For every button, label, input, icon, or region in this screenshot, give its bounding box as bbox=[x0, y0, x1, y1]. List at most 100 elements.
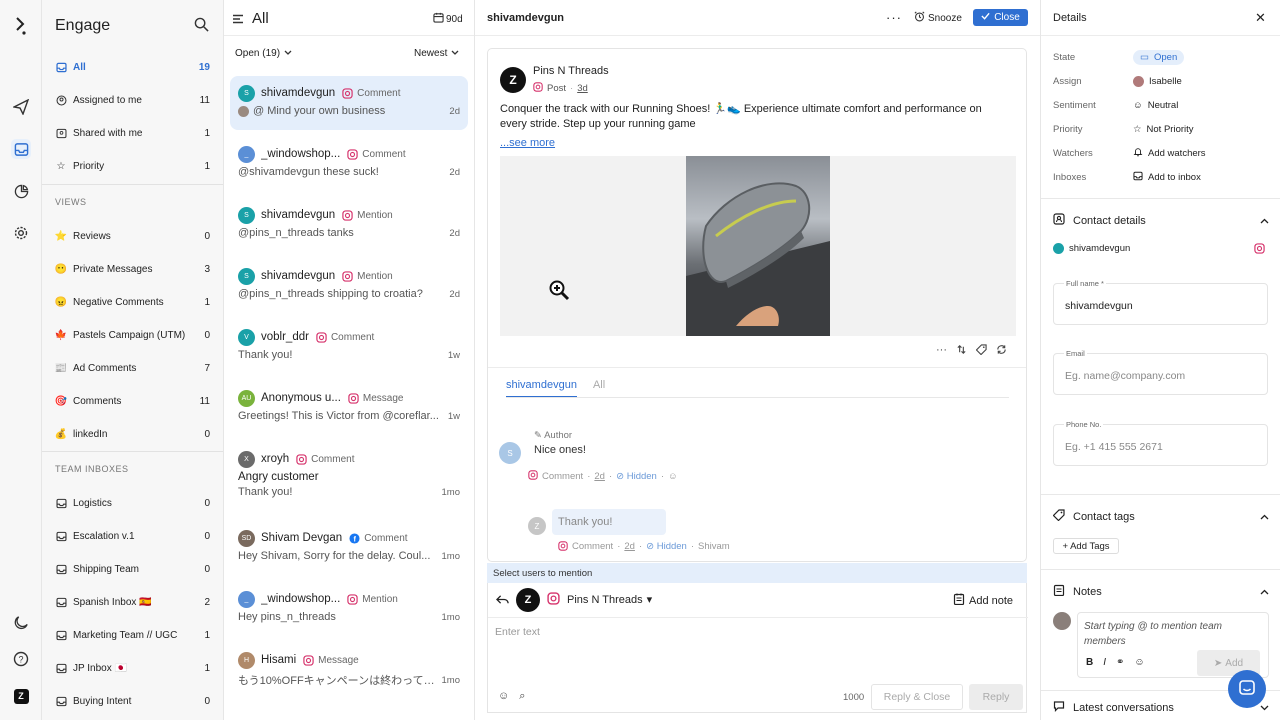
account-label: Pins N Threads bbox=[567, 593, 643, 606]
sort-dropdown[interactable]: Newest bbox=[414, 48, 459, 59]
more-options-icon[interactable]: ··· bbox=[886, 10, 902, 25]
sentiment-selector[interactable]: ☺ Neutral bbox=[1133, 100, 1178, 111]
account-selector[interactable]: Pins N Threads ▾ bbox=[567, 593, 652, 607]
contact-tags-header[interactable]: Contact tags bbox=[1052, 509, 1269, 524]
contact-details-header[interactable]: Contact details bbox=[1053, 213, 1269, 228]
prop-key: Watchers bbox=[1053, 147, 1093, 159]
brand-avatar: Z bbox=[516, 588, 540, 612]
inbox-nav-icon[interactable] bbox=[11, 139, 31, 159]
saved-replies-icon[interactable]: ⌕ bbox=[519, 690, 525, 703]
reply-time[interactable]: 2d bbox=[624, 541, 635, 554]
workspace-logo-icon[interactable]: Z bbox=[11, 686, 31, 706]
sidebar-item-assigned[interactable]: Assigned to me 11 bbox=[42, 89, 223, 111]
close-conversation-button[interactable]: Close bbox=[973, 9, 1028, 26]
sidebar-team-escalation[interactable]: Escalation v.1 0 bbox=[42, 525, 223, 547]
reply-and-close-button[interactable]: Reply & Close bbox=[871, 684, 963, 710]
conversation-item[interactable]: _ _windowshop... Comment @shivamdevgun the… bbox=[230, 137, 468, 191]
help-icon[interactable]: ? bbox=[11, 649, 31, 669]
add-to-inbox-button[interactable]: Add to inbox bbox=[1133, 171, 1201, 184]
note-placeholder: Start typing @ to mention team members bbox=[1084, 621, 1222, 647]
reply-input[interactable]: Enter text bbox=[495, 626, 540, 638]
conversation-item[interactable]: SD Shivam Devgan f Comment Hey Shivam, Sorr… bbox=[230, 521, 468, 575]
close-icon[interactable]: ✕ bbox=[1255, 10, 1266, 26]
sidebar-team-marketing[interactable]: Marketing Team // UGC 1 bbox=[42, 624, 223, 646]
conversation-item[interactable]: Sshivamdevgun Mention @pins_n_threads tan… bbox=[230, 198, 468, 252]
priority-selector[interactable]: ☆ Not Priority bbox=[1133, 124, 1194, 135]
conversation-item[interactable]: Vvoblr_ddr Comment Thank you! 1w bbox=[230, 320, 468, 374]
sidebar-team-jp[interactable]: JP Inbox 🇯🇵 1 bbox=[42, 657, 223, 679]
tag-icon[interactable] bbox=[975, 344, 987, 358]
assignee-selector[interactable]: Isabelle bbox=[1133, 75, 1182, 87]
settings-gear-icon[interactable] bbox=[11, 223, 31, 243]
status-filter-dropdown[interactable]: Open (19) bbox=[235, 48, 292, 59]
prop-key: State bbox=[1053, 51, 1076, 63]
reply-button[interactable]: Reply bbox=[969, 684, 1023, 710]
add-watchers-button[interactable]: Add watchers bbox=[1133, 147, 1206, 160]
state-pill[interactable]: ▭ Open bbox=[1133, 49, 1185, 65]
send-icon[interactable] bbox=[11, 97, 31, 117]
sidebar-item-priority[interactable]: ☆ Priority 1 bbox=[42, 155, 223, 177]
conversation-item[interactable]: AU Anonymous u... Message Greetings! This … bbox=[230, 381, 468, 435]
sync-icon[interactable] bbox=[996, 344, 1007, 358]
analytics-pie-icon[interactable] bbox=[11, 181, 31, 201]
close-label: Close bbox=[994, 12, 1020, 23]
sidebar-view-reviews[interactable]: ⭐ Reviews 0 bbox=[42, 225, 223, 247]
smiley-icon[interactable]: ☺ bbox=[668, 471, 678, 482]
conversation-item[interactable]: _ _windowshop... Mention Hey pins_n_thread… bbox=[230, 582, 468, 636]
zoom-in-icon[interactable] bbox=[548, 279, 570, 301]
date-range-button[interactable]: 90d bbox=[433, 12, 463, 26]
conversation-item[interactable]: Sshivamdevgun Comment @ Mind your own bus… bbox=[230, 76, 468, 130]
emoji-icon[interactable]: ☺ bbox=[498, 690, 509, 703]
hidden-status-toggle[interactable]: ⊘ Hidden bbox=[616, 471, 657, 482]
tab-author[interactable]: shivamdevgun bbox=[506, 379, 577, 398]
bold-icon[interactable]: B bbox=[1086, 657, 1093, 668]
search-icon[interactable] bbox=[194, 17, 210, 33]
sidebar-item-shared[interactable]: Shared with me 1 bbox=[42, 122, 223, 144]
conversation-item[interactable]: H Hisami Message もう10%OFFキャンペーンは終わってし... 1m… bbox=[230, 643, 468, 697]
comment-meta: Comment · 2d · ⊘ Hidden · ☺ bbox=[528, 470, 678, 483]
sidebar-view-private-messages[interactable]: 😶 Private Messages 3 bbox=[42, 258, 223, 280]
note-editor[interactable]: Start typing @ to mention team members B… bbox=[1077, 612, 1269, 678]
brand-logo-icon[interactable] bbox=[11, 16, 31, 36]
sidebar-view-pastels-campaign[interactable]: 🍁 Pastels Campaign (UTM) 0 bbox=[42, 324, 223, 346]
sidebar-team-spanish[interactable]: Spanish Inbox 🇪🇸 2 bbox=[42, 591, 223, 613]
phone-field[interactable]: Phone No. Eg. +1 415 555 2671 bbox=[1053, 420, 1268, 466]
full-name-field[interactable]: Full name * shivamdevgun bbox=[1053, 279, 1268, 325]
menu-icon[interactable] bbox=[233, 13, 243, 24]
snooze-button[interactable]: Snooze bbox=[914, 11, 962, 25]
tab-all[interactable]: All bbox=[593, 379, 605, 398]
italic-icon[interactable]: I bbox=[1103, 657, 1106, 668]
add-tags-button[interactable]: + Add Tags bbox=[1053, 538, 1119, 554]
assign-icon[interactable] bbox=[956, 344, 967, 358]
conversation-item[interactable]: Sshivamdevgun Mention @pins_n_threads shi… bbox=[230, 259, 468, 313]
sidebar-team-shipping[interactable]: Shipping Team 0 bbox=[42, 558, 223, 580]
sidebar-view-negative-comments[interactable]: 😠 Negative Comments 1 bbox=[42, 291, 223, 313]
post-time-link[interactable]: 3d bbox=[577, 83, 588, 94]
sidebar-view-comments[interactable]: 🎯 Comments 11 bbox=[42, 390, 223, 412]
instagram-icon[interactable] bbox=[1254, 243, 1265, 257]
link-icon[interactable]: ⚭ bbox=[1116, 657, 1124, 668]
more-options-icon[interactable]: ··· bbox=[936, 344, 947, 358]
see-more-link[interactable]: ...see more bbox=[500, 137, 555, 149]
sidebar-team-logistics[interactable]: Logistics 0 bbox=[42, 492, 223, 514]
add-note-button[interactable]: Add note bbox=[953, 593, 1013, 608]
sidebar-view-linkedin[interactable]: 💰 linkedIn 0 bbox=[42, 423, 223, 445]
comment-time[interactable]: 2d bbox=[594, 471, 605, 482]
conversation-item[interactable]: Xxroyh Comment Angry customer Thank you! 1… bbox=[230, 442, 468, 514]
sidebar-item-all[interactable]: All 19 bbox=[42, 56, 223, 78]
notes-header[interactable]: Notes bbox=[1053, 584, 1269, 599]
pencil-icon: ✎ bbox=[534, 430, 542, 441]
post-image[interactable] bbox=[686, 156, 830, 336]
support-chat-button[interactable] bbox=[1228, 670, 1266, 708]
dark-mode-moon-icon[interactable] bbox=[11, 612, 31, 632]
emoji-icon[interactable]: ☺ bbox=[1134, 657, 1144, 668]
email-field[interactable]: Email Eg. name@company.com bbox=[1053, 349, 1268, 395]
sidebar-team-buying-intent[interactable]: Buying Intent 0 bbox=[42, 690, 223, 712]
reply-arrow-icon[interactable] bbox=[496, 593, 509, 609]
hidden-status-toggle[interactable]: ⊘ Hidden bbox=[646, 541, 687, 554]
prop-value: Open bbox=[1153, 51, 1178, 63]
avatar bbox=[1133, 75, 1144, 87]
sidebar-view-ad-comments[interactable]: 📰 Ad Comments 7 bbox=[42, 357, 223, 379]
sidebar-item-label: Ad Comments bbox=[73, 362, 137, 374]
sort-label: Newest bbox=[414, 48, 448, 59]
